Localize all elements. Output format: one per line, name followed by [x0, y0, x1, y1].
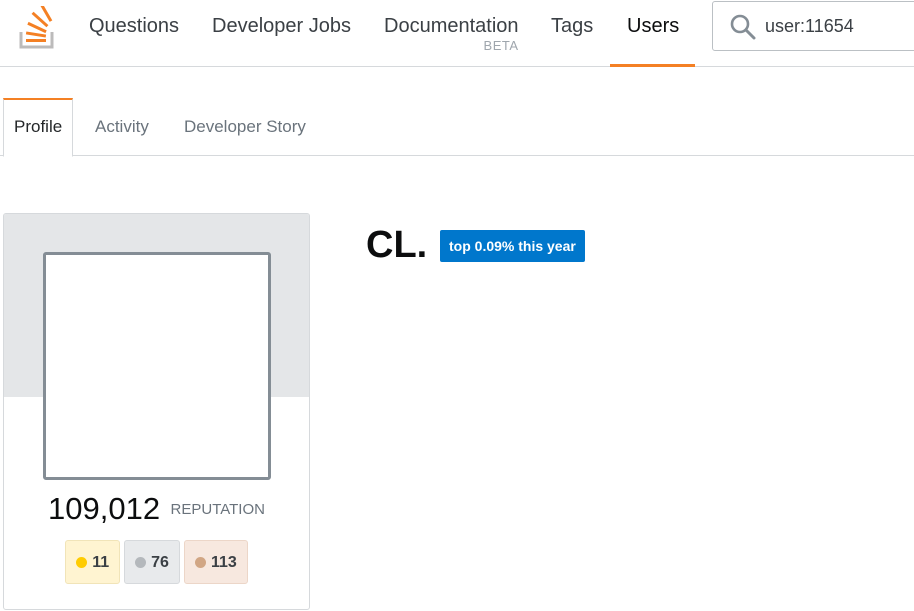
- nav-questions[interactable]: Questions: [89, 0, 179, 67]
- bronze-badge-value: 113: [210, 554, 237, 571]
- gold-badge-icon: [76, 557, 88, 568]
- silver-badge-value: 76: [151, 554, 169, 571]
- tab-developer-story[interactable]: Developer Story: [184, 98, 306, 156]
- silver-badge-count[interactable]: 76: [124, 540, 180, 584]
- reputation-value: 109,012: [48, 491, 161, 526]
- badge-counts: 11 76 113: [4, 540, 309, 584]
- nav-users[interactable]: Users: [610, 0, 695, 67]
- nav-tags[interactable]: Tags: [551, 0, 593, 67]
- profile-tabs: Profile Activity Developer Story: [0, 98, 914, 157]
- bronze-badge-count[interactable]: 113: [183, 540, 248, 584]
- search-box[interactable]: [712, 1, 914, 51]
- reputation-row: 109,012 REPUTATION: [4, 491, 309, 527]
- user-display-name: CL.: [366, 224, 428, 266]
- tab-developer-story-label: Developer Story: [184, 117, 306, 136]
- nav-tags-label: Tags: [551, 15, 594, 37]
- top-navigation-bar: Questions Developer Jobs Documentation B…: [0, 0, 914, 67]
- search-input[interactable]: [765, 11, 914, 41]
- tab-activity-label: Activity: [95, 117, 149, 136]
- rank-badge[interactable]: top 0.09% this year: [440, 230, 585, 262]
- gold-badge-value: 11: [92, 554, 110, 571]
- nav-developer-jobs-label: Developer Jobs: [212, 15, 351, 37]
- gold-badge-count[interactable]: 11: [65, 540, 121, 584]
- stackoverflow-logo[interactable]: [17, 6, 57, 50]
- nav-documentation[interactable]: Documentation BETA: [384, 0, 519, 67]
- bronze-badge-icon: [194, 557, 206, 568]
- nav-developer-jobs[interactable]: Developer Jobs: [212, 0, 351, 67]
- tab-profile[interactable]: Profile: [3, 98, 73, 157]
- tab-profile-label: Profile: [14, 117, 63, 136]
- profile-card: 109,012 REPUTATION 11 76 113: [3, 213, 310, 610]
- nav-questions-label: Questions: [89, 15, 180, 37]
- silver-badge-icon: [135, 557, 147, 568]
- beta-badge: BETA: [483, 38, 519, 53]
- tab-activity[interactable]: Activity: [95, 98, 149, 156]
- nav-documentation-label: Documentation: [384, 15, 519, 37]
- reputation-label: REPUTATION: [170, 500, 265, 518]
- avatar[interactable]: [43, 252, 271, 480]
- nav-users-label: Users: [627, 15, 680, 37]
- search-icon[interactable]: [729, 13, 757, 41]
